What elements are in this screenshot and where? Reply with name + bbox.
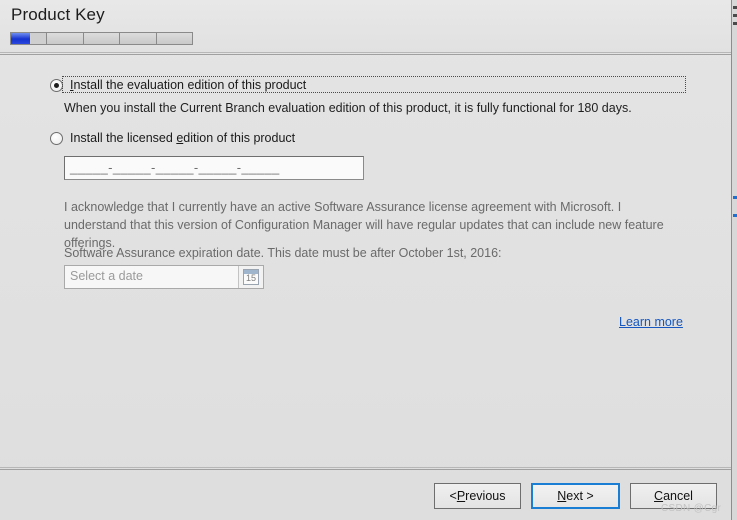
mnemonic-letter: C bbox=[654, 489, 664, 503]
wizard-header: Product Key bbox=[0, 0, 731, 52]
previous-button[interactable]: < Previous bbox=[434, 483, 521, 509]
calendar-day-number: 15 bbox=[245, 273, 256, 283]
cancel-button-post: ancel bbox=[663, 489, 693, 503]
mnemonic-letter: N bbox=[557, 489, 567, 503]
learn-more-link[interactable]: Learn more bbox=[619, 315, 683, 329]
radio-licensed-indicator[interactable] bbox=[50, 132, 63, 145]
previous-button-pre: < bbox=[449, 489, 457, 503]
progress-segment-2 bbox=[47, 33, 84, 44]
radio-evaluation-indicator[interactable] bbox=[50, 79, 63, 92]
progress-segment-4 bbox=[120, 33, 157, 44]
page-title: Product Key bbox=[11, 5, 105, 24]
product-key-mask: _____-_____-_____-_____-_____ bbox=[70, 160, 280, 175]
radio-licensed-label-pre: Install the licensed bbox=[70, 131, 177, 145]
calendar-glyph: 15 bbox=[243, 269, 259, 285]
progress-segment-fill bbox=[11, 33, 31, 44]
wizard-footer: < Previous Next > Cancel bbox=[0, 470, 731, 520]
license-acknowledgment-text: I acknowledge that I currently have an a… bbox=[64, 200, 664, 250]
wizard-window: Product Key Install the evaluation editi… bbox=[0, 0, 731, 520]
previous-button-post: revious bbox=[465, 489, 506, 503]
step-progress-bar bbox=[10, 32, 193, 45]
radio-licensed-label: Install the licensed edition of this pro… bbox=[70, 131, 295, 146]
cancel-button[interactable]: Cancel bbox=[630, 483, 717, 509]
radio-evaluation-label-text: nstall the evaluation edition of this pr… bbox=[73, 78, 307, 92]
next-button[interactable]: Next > bbox=[531, 483, 620, 509]
sa-expiration-label: Software Assurance expiration date. This… bbox=[64, 246, 502, 260]
background-window-sliver[interactable] bbox=[731, 0, 737, 520]
mnemonic-letter: P bbox=[456, 489, 466, 503]
progress-segment-5 bbox=[156, 33, 193, 44]
radio-install-licensed[interactable]: Install the licensed edition of this pro… bbox=[50, 131, 295, 146]
calendar-header-bar bbox=[244, 270, 258, 274]
calendar-icon[interactable]: 15 bbox=[238, 266, 263, 288]
header-separator bbox=[0, 52, 731, 55]
radio-licensed-label-post: dition of this product bbox=[183, 131, 296, 145]
radio-install-evaluation[interactable]: Install the evaluation edition of this p… bbox=[50, 78, 306, 93]
date-picker-placeholder[interactable]: Select a date bbox=[65, 266, 238, 288]
progress-segment-1 bbox=[11, 33, 48, 44]
product-key-input[interactable]: _____-_____-_____-_____-_____ bbox=[64, 156, 364, 180]
progress-segment-3 bbox=[83, 33, 121, 44]
next-button-post: ext > bbox=[566, 489, 594, 503]
evaluation-description: When you install the Current Branch eval… bbox=[64, 101, 632, 115]
wizard-content: Install the evaluation edition of this p… bbox=[0, 56, 731, 466]
radio-evaluation-label: Install the evaluation edition of this p… bbox=[70, 78, 306, 93]
sa-expiration-date-picker[interactable]: Select a date 15 bbox=[64, 265, 264, 289]
